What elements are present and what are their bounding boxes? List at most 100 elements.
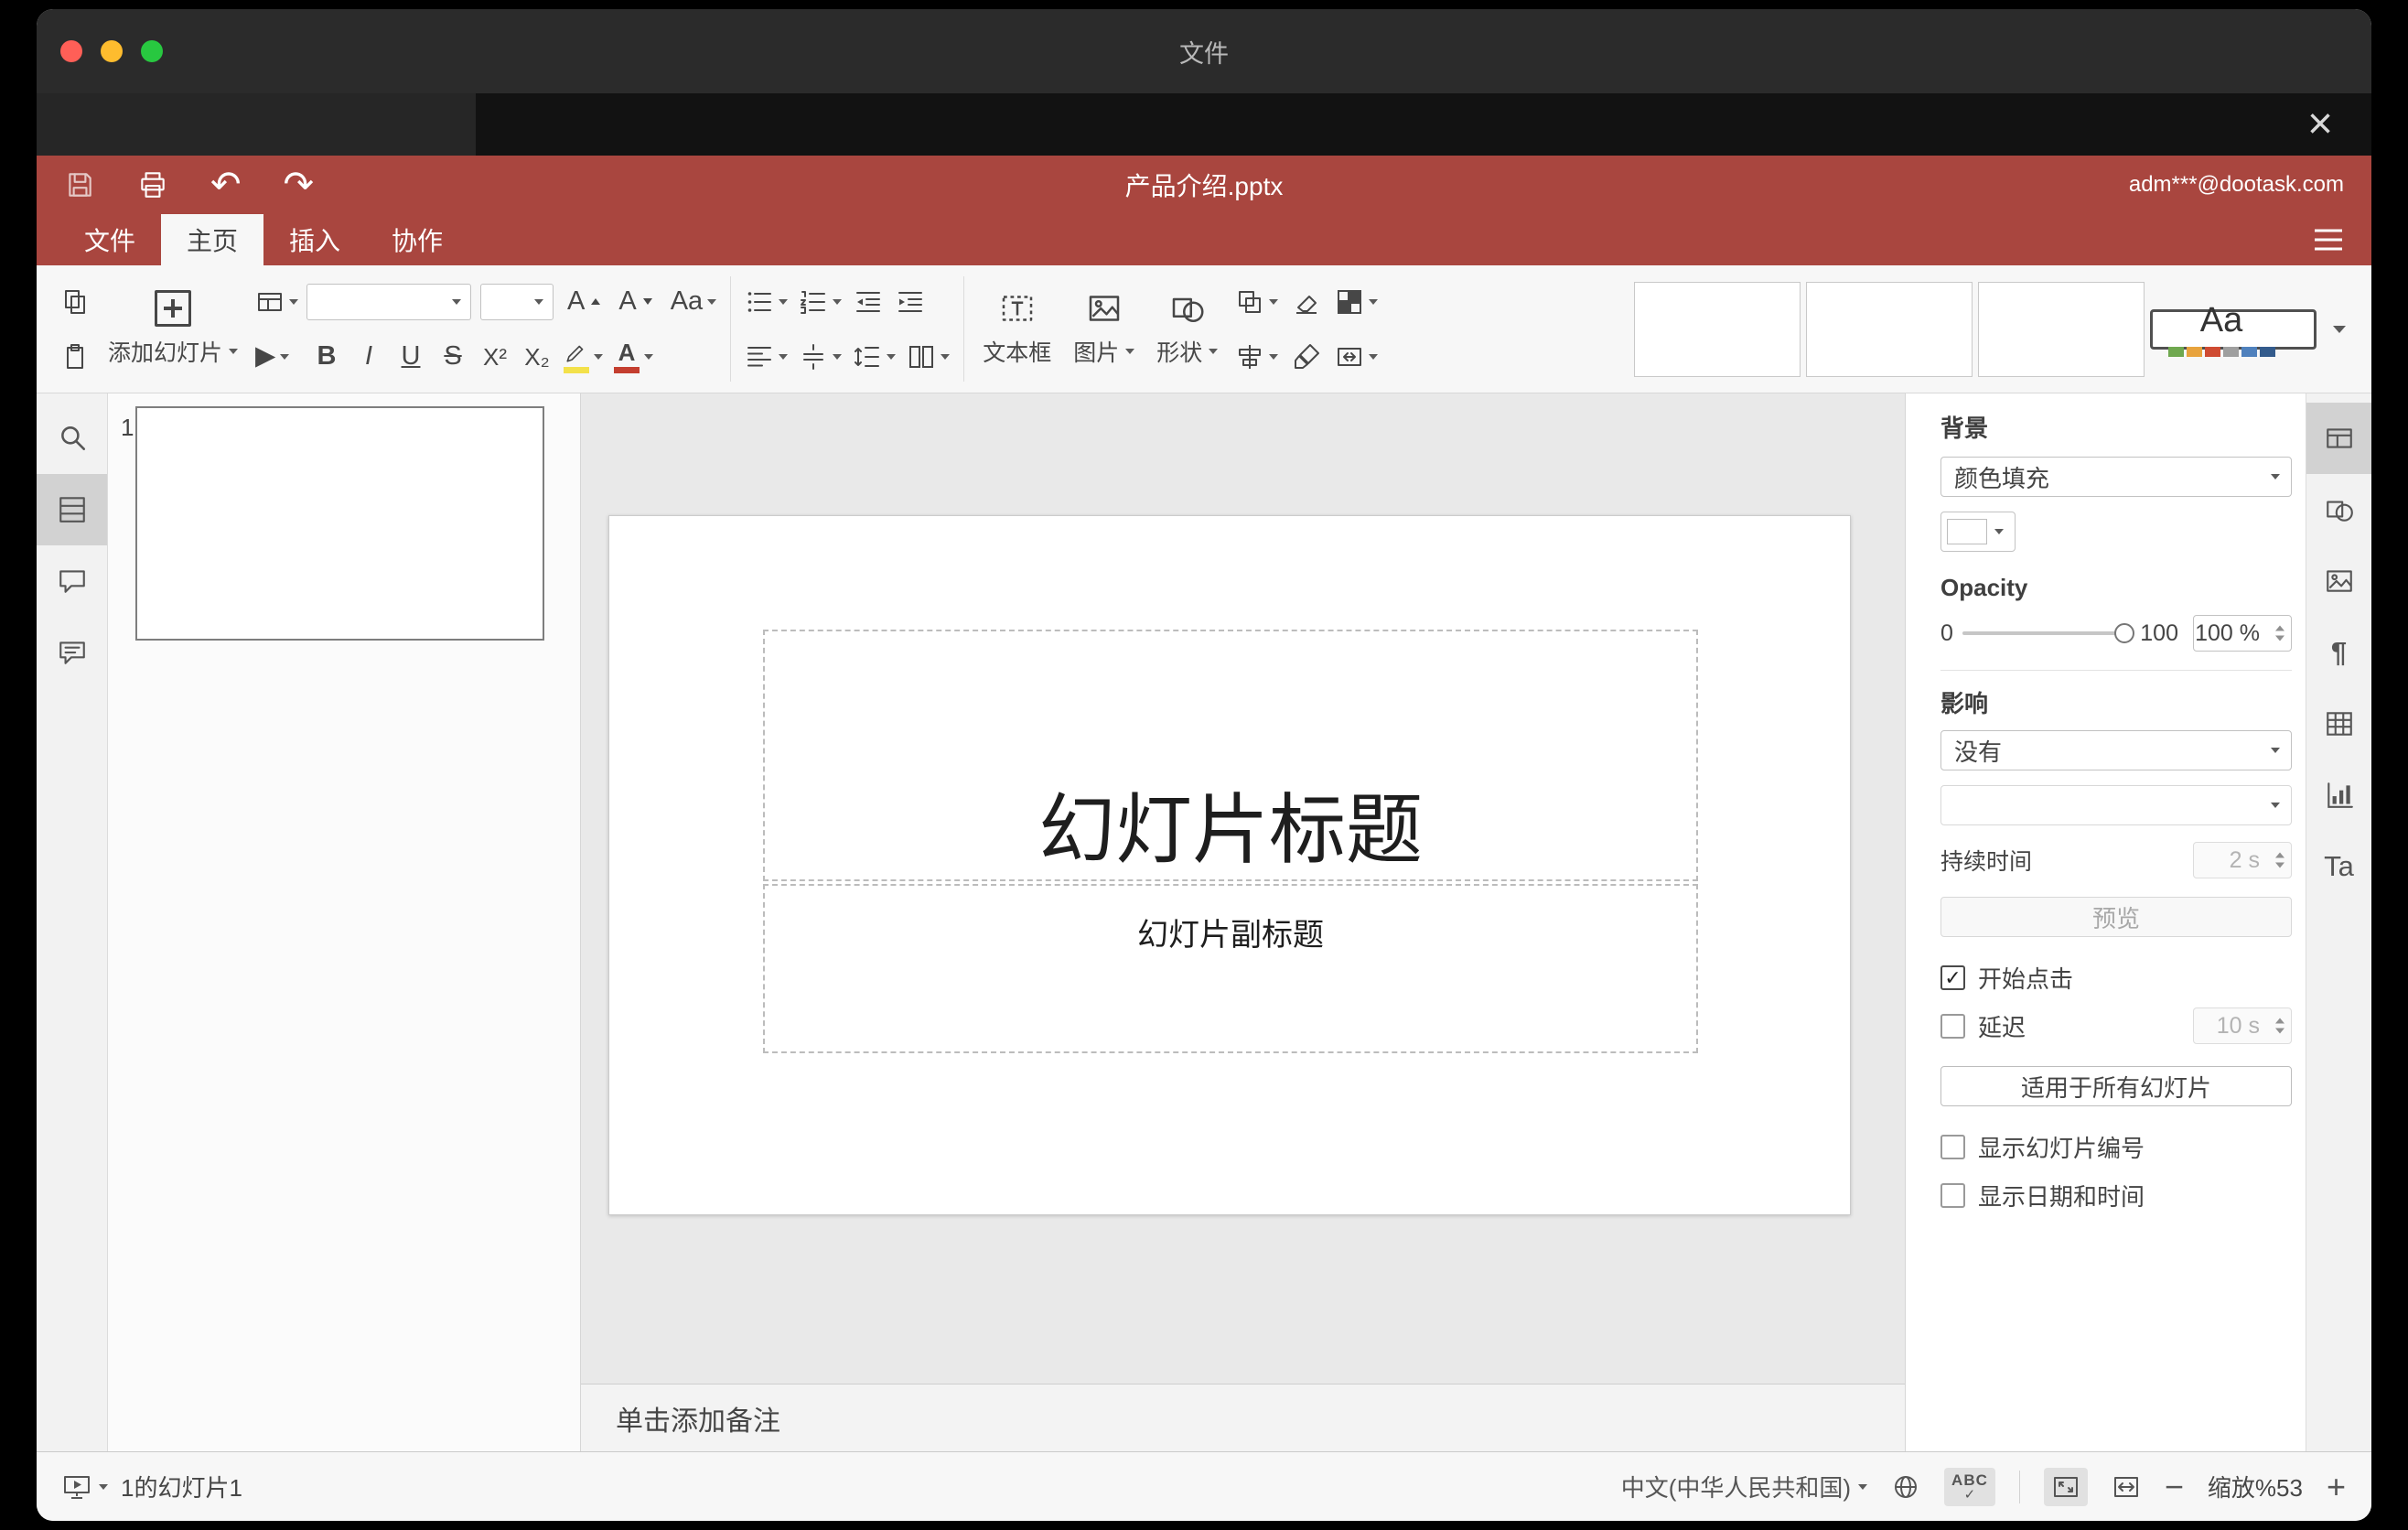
- preview-button[interactable]: 预览: [1940, 897, 2292, 937]
- slide-indicator: 1的幻灯片1: [121, 1474, 242, 1502]
- decrease-font-size-button[interactable]: A: [614, 281, 656, 323]
- theme-item[interactable]: [1806, 281, 1973, 377]
- increase-font-size-button[interactable]: A: [563, 281, 605, 323]
- horizontal-align-button[interactable]: [740, 336, 792, 378]
- macos-close-button[interactable]: [60, 40, 82, 62]
- table-settings-button[interactable]: [2306, 688, 2371, 760]
- bullets-button[interactable]: [740, 281, 792, 323]
- tab-home[interactable]: 主页: [161, 214, 264, 265]
- increase-indent-button[interactable]: [890, 281, 930, 323]
- add-slide-button[interactable]: 添加幻灯片: [97, 275, 249, 383]
- theme-item[interactable]: [1978, 281, 2145, 377]
- save-icon[interactable]: [64, 169, 95, 200]
- delay-checkbox[interactable]: [1940, 1013, 1965, 1039]
- numbering-button[interactable]: [794, 281, 846, 323]
- slide-size-button[interactable]: [1330, 336, 1382, 378]
- insert-textbox-button[interactable]: 文本框: [972, 275, 1062, 383]
- set-language-button[interactable]: [1891, 1472, 1920, 1502]
- insert-shape-button[interactable]: 形状: [1145, 275, 1229, 383]
- transition-variant-select[interactable]: [1940, 785, 2292, 825]
- stepper-arrows[interactable]: [2275, 625, 2284, 641]
- comments-panel-button[interactable]: [37, 545, 107, 617]
- subscript-button[interactable]: X₂: [517, 336, 557, 378]
- notes-area[interactable]: 单击添加备注: [581, 1384, 1905, 1451]
- tab-collaboration[interactable]: 协作: [366, 214, 468, 265]
- delay-spinner[interactable]: 10 s: [2193, 1007, 2292, 1044]
- chevron-down-icon: [1858, 1483, 1868, 1490]
- chat-panel-button[interactable]: [37, 617, 107, 688]
- slide-settings-button[interactable]: [2306, 403, 2371, 474]
- undo-icon[interactable]: ↶: [210, 167, 242, 203]
- duration-spinner[interactable]: 2 s: [2193, 842, 2292, 878]
- slide-layout-button[interactable]: [251, 281, 303, 323]
- fit-to-slide-button[interactable]: [2043, 1467, 2088, 1506]
- dark-strip: ×: [37, 93, 2371, 156]
- theme-gallery-expand-icon[interactable]: [2333, 325, 2346, 333]
- slides-panel-button[interactable]: [37, 474, 107, 545]
- notes-placeholder-text: 单击添加备注: [616, 1406, 780, 1437]
- print-icon[interactable]: [137, 169, 168, 200]
- tab-insert[interactable]: 插入: [263, 214, 366, 265]
- underline-button[interactable]: U: [391, 336, 431, 378]
- macos-minimize-button[interactable]: [101, 40, 123, 62]
- slider-handle[interactable]: [2114, 623, 2135, 643]
- chart-settings-button[interactable]: [2306, 760, 2371, 831]
- close-icon[interactable]: ×: [2307, 102, 2333, 146]
- copy-icon[interactable]: [55, 281, 95, 323]
- font-size-select[interactable]: [480, 283, 554, 320]
- line-spacing-button[interactable]: [848, 336, 900, 378]
- zoom-in-button[interactable]: +: [2327, 1470, 2346, 1503]
- language-selector[interactable]: 中文(中华人民共和国): [1621, 1470, 1868, 1503]
- insert-image-button[interactable]: 图片: [1062, 275, 1145, 383]
- opacity-slider[interactable]: [1962, 623, 2135, 643]
- align-shapes-button[interactable]: [1231, 336, 1283, 378]
- search-panel-button[interactable]: [37, 403, 107, 474]
- theme-item-selected[interactable]: Aa: [2150, 301, 2317, 357]
- macos-zoom-button[interactable]: [141, 40, 163, 62]
- apply-to-all-slides-button[interactable]: 适用于所有幻灯片: [1940, 1066, 2292, 1106]
- subtitle-placeholder[interactable]: 幻灯片副标题: [763, 884, 1698, 1053]
- background-label: 背景: [1940, 415, 1989, 442]
- bold-button[interactable]: B: [306, 336, 347, 378]
- show-slide-number-checkbox[interactable]: [1940, 1135, 1965, 1159]
- slide-thumbnail[interactable]: [135, 406, 544, 641]
- fit-to-width-button[interactable]: [2112, 1472, 2141, 1502]
- user-account[interactable]: adm***@dootask.com: [2129, 172, 2344, 198]
- fill-color-select[interactable]: [1940, 512, 2016, 552]
- spellcheck-button[interactable]: ABC ✓: [1944, 1467, 1995, 1506]
- font-name-select[interactable]: [306, 283, 472, 320]
- slide[interactable]: 幻灯片标题 幻灯片副标题: [608, 515, 1851, 1215]
- color-scheme-button[interactable]: [1330, 281, 1382, 323]
- textart-settings-button[interactable]: Ta: [2306, 831, 2371, 902]
- start-slideshow-statusbar-button[interactable]: [62, 1472, 108, 1502]
- arrange-shapes-button[interactable]: [1231, 281, 1283, 323]
- hamburger-menu-icon[interactable]: [2315, 229, 2342, 251]
- paragraph-settings-button[interactable]: ¶: [2306, 617, 2371, 688]
- theme-item[interactable]: [1634, 281, 1801, 377]
- italic-button[interactable]: I: [349, 336, 389, 378]
- shape-settings-icon: [2324, 494, 2355, 525]
- paste-icon[interactable]: [55, 336, 95, 378]
- image-settings-button[interactable]: [2306, 545, 2371, 617]
- opacity-spinner[interactable]: 100 %: [2193, 615, 2292, 652]
- zoom-out-button[interactable]: −: [2165, 1470, 2184, 1503]
- start-on-click-checkbox[interactable]: ✓: [1940, 965, 1965, 990]
- show-date-time-checkbox[interactable]: [1940, 1183, 1965, 1208]
- superscript-button[interactable]: X²: [475, 336, 515, 378]
- highlight-color-button[interactable]: [559, 336, 607, 378]
- background-fill-select[interactable]: 颜色填充: [1940, 457, 2292, 497]
- title-placeholder[interactable]: 幻灯片标题: [763, 630, 1698, 881]
- tab-file[interactable]: 文件: [59, 214, 161, 265]
- transition-effect-select[interactable]: 没有: [1940, 730, 2292, 770]
- vertical-align-button[interactable]: [794, 336, 846, 378]
- font-color-button[interactable]: A: [609, 336, 658, 378]
- decrease-indent-button[interactable]: [848, 281, 888, 323]
- redo-icon[interactable]: ↷: [284, 167, 315, 203]
- strikethrough-button[interactable]: S: [433, 336, 473, 378]
- clear-style-button[interactable]: [1286, 281, 1327, 323]
- copy-style-button[interactable]: [1286, 336, 1327, 378]
- columns-button[interactable]: [902, 336, 954, 378]
- shape-settings-button[interactable]: [2306, 474, 2371, 545]
- change-case-button[interactable]: Aa: [666, 281, 721, 323]
- start-slideshow-button[interactable]: ▶: [251, 336, 294, 378]
